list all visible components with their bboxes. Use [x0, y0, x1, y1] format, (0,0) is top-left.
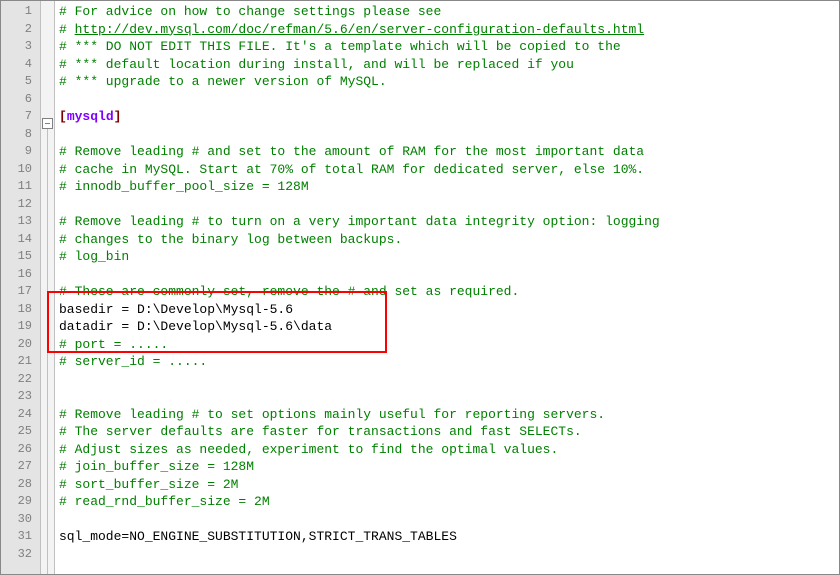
line-number: 12	[1, 196, 40, 214]
code-line[interactable]: # *** DO NOT EDIT THIS FILE. It's a temp…	[59, 38, 839, 56]
line-number: 11	[1, 178, 40, 196]
code-line[interactable]	[59, 546, 839, 564]
line-number: 30	[1, 511, 40, 529]
code-line[interactable]: # port = .....	[59, 336, 839, 354]
line-number: 5	[1, 73, 40, 91]
code-line[interactable]	[59, 388, 839, 406]
code-line[interactable]: # *** upgrade to a newer version of MySQ…	[59, 73, 839, 91]
line-number: 2	[1, 21, 40, 39]
code-line[interactable]	[59, 91, 839, 109]
line-number: 3	[1, 38, 40, 56]
line-number: 25	[1, 423, 40, 441]
line-number: 21	[1, 353, 40, 371]
line-number: 27	[1, 458, 40, 476]
line-number: 28	[1, 476, 40, 494]
code-line[interactable]: # sort_buffer_size = 2M	[59, 476, 839, 494]
line-number: 31	[1, 528, 40, 546]
line-number: 1	[1, 3, 40, 21]
line-number: 23	[1, 388, 40, 406]
fold-guide-line	[47, 129, 48, 574]
code-line[interactable]: # Adjust sizes as needed, experiment to …	[59, 441, 839, 459]
code-line[interactable]: [mysqld]	[59, 108, 839, 126]
line-number: 17	[1, 283, 40, 301]
line-number: 24	[1, 406, 40, 424]
line-number: 15	[1, 248, 40, 266]
line-number: 18	[1, 301, 40, 319]
fold-toggle-icon[interactable]	[42, 118, 53, 129]
fold-gutter	[41, 1, 55, 574]
line-number: 20	[1, 336, 40, 354]
code-line[interactable]	[59, 266, 839, 284]
code-line[interactable]: # innodb_buffer_pool_size = 128M	[59, 178, 839, 196]
line-number: 9	[1, 143, 40, 161]
code-line[interactable]: # Remove leading # to set options mainly…	[59, 406, 839, 424]
code-line[interactable]: # read_rnd_buffer_size = 2M	[59, 493, 839, 511]
code-line[interactable]: sql_mode=NO_ENGINE_SUBSTITUTION,STRICT_T…	[59, 528, 839, 546]
line-number: 10	[1, 161, 40, 179]
code-line[interactable]: # Remove leading # to turn on a very imp…	[59, 213, 839, 231]
code-line[interactable]: # For advice on how to change settings p…	[59, 3, 839, 21]
code-line[interactable]: # server_id = .....	[59, 353, 839, 371]
line-number: 14	[1, 231, 40, 249]
line-number: 26	[1, 441, 40, 459]
line-number: 8	[1, 126, 40, 144]
code-line[interactable]: # The server defaults are faster for tra…	[59, 423, 839, 441]
code-line[interactable]: # cache in MySQL. Start at 70% of total …	[59, 161, 839, 179]
code-line[interactable]	[59, 371, 839, 389]
line-number: 6	[1, 91, 40, 109]
code-line[interactable]: # Remove leading # and set to the amount…	[59, 143, 839, 161]
line-number: 32	[1, 546, 40, 564]
line-number: 22	[1, 371, 40, 389]
line-number-gutter: 1234567891011121314151617181920212223242…	[1, 1, 41, 574]
code-line[interactable]	[59, 511, 839, 529]
code-line[interactable]: # changes to the binary log between back…	[59, 231, 839, 249]
code-line[interactable]	[59, 196, 839, 214]
code-line[interactable]: datadir = D:\Develop\Mysql-5.6\data	[59, 318, 839, 336]
line-number: 29	[1, 493, 40, 511]
code-line[interactable]: # join_buffer_size = 128M	[59, 458, 839, 476]
code-line[interactable]: # http://dev.mysql.com/doc/refman/5.6/en…	[59, 21, 839, 39]
line-number: 19	[1, 318, 40, 336]
code-line[interactable]	[59, 126, 839, 144]
line-number: 16	[1, 266, 40, 284]
line-number: 7	[1, 108, 40, 126]
line-number: 4	[1, 56, 40, 74]
line-number: 13	[1, 213, 40, 231]
code-line[interactable]: # *** default location during install, a…	[59, 56, 839, 74]
code-area[interactable]: # For advice on how to change settings p…	[55, 1, 839, 574]
code-line[interactable]: basedir = D:\Develop\Mysql-5.6	[59, 301, 839, 319]
code-line[interactable]: # log_bin	[59, 248, 839, 266]
code-line[interactable]: # These are commonly set, remove the # a…	[59, 283, 839, 301]
code-editor[interactable]: 1234567891011121314151617181920212223242…	[1, 1, 839, 574]
